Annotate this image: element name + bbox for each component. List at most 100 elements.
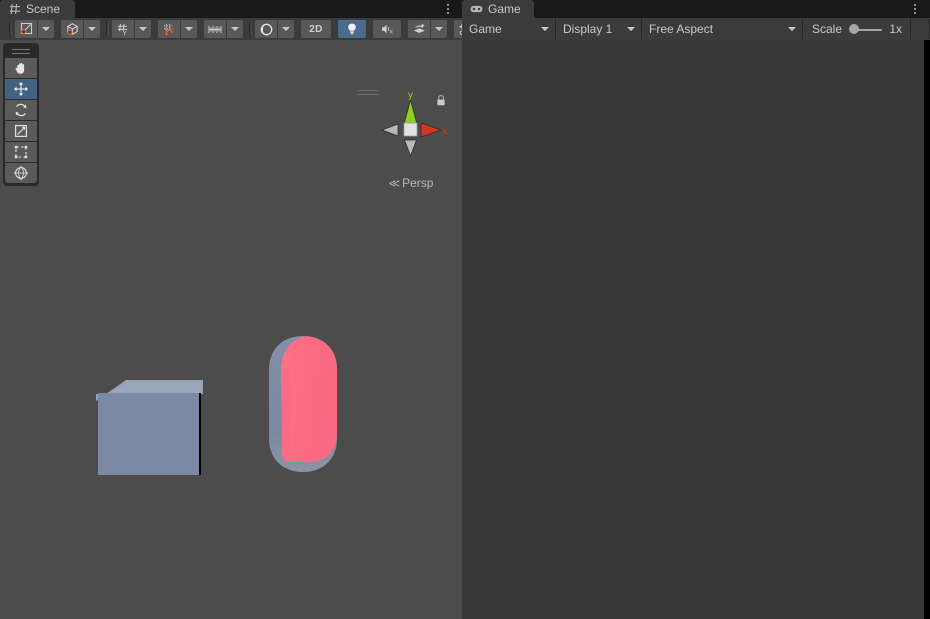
game-toolbar: Game Display 1 Free Aspect Scale 1x: [462, 18, 930, 40]
toolbar-divider: [6, 22, 13, 36]
scale-control[interactable]: Scale 1x: [803, 19, 911, 39]
gizmo-drag-handle[interactable]: [357, 89, 379, 96]
scene-fx-dropdown[interactable]: [431, 20, 447, 38]
speaker-muted-icon: x: [380, 22, 395, 36]
gizmo-lock-button[interactable]: [435, 94, 447, 107]
scene-camera-button[interactable]: [255, 20, 277, 38]
scene-fx-button[interactable]: [408, 20, 430, 38]
palette-drag-handle[interactable]: [12, 47, 30, 55]
chevron-down-icon: [435, 27, 443, 31]
scene-toolbar: Y 2D x: [0, 18, 462, 40]
handle-line: [12, 48, 30, 50]
transform-globe-icon: [13, 165, 29, 181]
chevron-down-icon: [88, 27, 96, 31]
gizmo-visibility-dropdown[interactable]: [84, 20, 100, 38]
ruler-icon: [207, 22, 223, 37]
toggle-2d-button[interactable]: 2D: [301, 20, 331, 38]
kebab-dot: [914, 8, 916, 10]
grid-y-icon: Y: [116, 22, 131, 37]
grid-snap-magnet-icon: [162, 22, 177, 37]
scale-value: 1x: [889, 22, 902, 36]
cube-gizmo-icon: [65, 22, 80, 37]
display-label: Display 1: [563, 22, 613, 36]
gizmo-projection-label[interactable]: ≪ Persp: [365, 176, 457, 190]
game-panel-menu-button[interactable]: [908, 2, 922, 16]
tab-game-label: Game: [488, 2, 521, 16]
display-dropdown[interactable]: Display 1: [556, 19, 642, 39]
kebab-dot: [447, 4, 449, 6]
handle-line: [12, 52, 30, 54]
lightbulb-icon: [345, 22, 359, 36]
move-arrows-icon: [13, 81, 29, 97]
aspect-ratio-dropdown[interactable]: Free Aspect: [642, 19, 803, 39]
grid-visibility-button[interactable]: Y: [112, 20, 134, 38]
capsule-object[interactable]: [263, 334, 343, 474]
chevron-down-icon: [788, 27, 796, 31]
game-view-mode-label: Game: [469, 22, 502, 36]
scene-camera-dropdown[interactable]: [278, 20, 294, 38]
game-toolbar-overflow[interactable]: [911, 19, 930, 39]
chevron-down-icon: [541, 27, 549, 31]
scene-tabstrip: Scene: [0, 0, 462, 18]
chevron-down-icon: [282, 27, 290, 31]
projection-label-text: Persp: [402, 176, 434, 190]
kebab-dot: [447, 12, 449, 14]
scene-viewport[interactable]: y x ≪ Persp: [0, 40, 462, 619]
unity-editor-window: Scene Y 2D x y x ≪ Persp Game Game Displ…: [0, 0, 930, 619]
toggle-2d-label: 2D: [309, 23, 323, 35]
aspect-ratio-label: Free Aspect: [649, 22, 714, 36]
chevron-down-icon: [231, 27, 239, 31]
projection-arrow-icon: ≪: [388, 178, 401, 190]
kebab-dot: [914, 4, 916, 6]
tab-scene[interactable]: Scene: [0, 0, 75, 18]
gizmo-y-label: y: [408, 90, 413, 101]
shaded-draw-mode-dropdown[interactable]: [38, 20, 54, 38]
handle-line: [357, 94, 379, 95]
grid-visibility-dropdown[interactable]: [135, 20, 151, 38]
rect-tool[interactable]: [5, 142, 37, 162]
shading-mode-icon: [19, 22, 34, 37]
grid-snapping-dropdown[interactable]: [181, 20, 197, 38]
hand-icon: [13, 60, 29, 76]
grid-icon: [8, 3, 21, 16]
gizmo-visibility-button[interactable]: [61, 20, 83, 38]
tab-game[interactable]: Game: [462, 0, 534, 18]
transform-tool[interactable]: [5, 163, 37, 183]
camera-sphere-icon: [259, 22, 274, 37]
scale-icon: [13, 123, 29, 139]
kebab-dot: [914, 12, 916, 14]
game-view-mode-dropdown[interactable]: Game: [462, 19, 556, 39]
snap-increment-dropdown[interactable]: [227, 20, 243, 38]
rotate-icon: [13, 102, 29, 118]
cube-object[interactable]: [96, 378, 206, 478]
game-panel: Game Game Display 1 Free Aspect Scale 1x: [462, 0, 930, 619]
svg-text:Y: Y: [122, 30, 127, 37]
scene-toolbar-overflow[interactable]: [454, 20, 462, 38]
toolbar-divider: [103, 22, 110, 36]
hand-tool[interactable]: [5, 58, 37, 78]
scale-tool[interactable]: [5, 121, 37, 141]
slider-knob[interactable]: [849, 24, 860, 34]
rotate-tool[interactable]: [5, 100, 37, 120]
scene-lighting-toggle[interactable]: [338, 20, 366, 38]
scene-audio-toggle[interactable]: x: [373, 20, 401, 38]
scale-slider[interactable]: [849, 22, 883, 36]
snap-increment-button[interactable]: [204, 20, 226, 38]
handle-line: [357, 90, 379, 91]
move-tool[interactable]: [5, 79, 37, 99]
scene-panel-menu-button[interactable]: [441, 2, 455, 16]
scene-orientation-gizmo[interactable]: y x ≪ Persp: [357, 84, 457, 192]
rect-transform-icon: [13, 144, 29, 160]
grid-snapping-button[interactable]: [158, 20, 180, 38]
scene-tools-palette: [3, 43, 39, 186]
chevron-down-icon: [185, 27, 193, 31]
tab-scene-label: Scene: [26, 2, 61, 16]
chevron-down-icon: [627, 27, 635, 31]
fx-layers-icon: [412, 22, 427, 36]
gizmo-x-label: x: [443, 126, 448, 137]
shaded-draw-mode-button[interactable]: [15, 20, 37, 38]
kebab-dot: [447, 8, 449, 10]
game-viewport[interactable]: CSDN @张不无-Unity: [924, 40, 930, 619]
chevron-down-icon: [42, 27, 50, 31]
scale-label: Scale: [812, 22, 843, 36]
